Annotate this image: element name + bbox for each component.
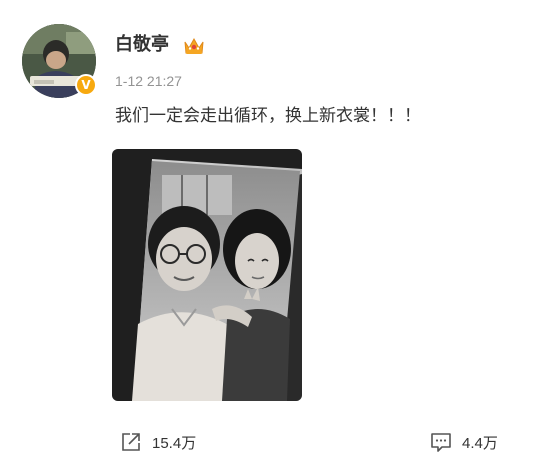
post-timestamp: 1-12 21:27 — [115, 73, 182, 89]
share-count: 15.4万 — [152, 434, 197, 452]
weibo-post-card: V 白敬亭 1-12 21:27 我们一定会走出循环，换上新衣裳！！！ 15.4… — [0, 0, 550, 470]
author-avatar-container[interactable]: V — [22, 24, 97, 98]
post-text: 我们一定会走出循环，换上新衣裳！！！ — [115, 106, 421, 126]
comment-button[interactable]: 4.4万 — [430, 430, 498, 454]
author-name[interactable]: 白敬亭 — [115, 33, 169, 57]
comment-icon — [431, 433, 451, 452]
verified-badge-icon: V — [75, 74, 97, 96]
post-image[interactable] — [112, 149, 302, 401]
crown-icon[interactable] — [183, 36, 205, 56]
comment-count: 4.4万 — [462, 434, 498, 452]
post-photo-graphic — [112, 149, 302, 401]
share-icon — [122, 433, 140, 451]
share-button[interactable]: 15.4万 — [120, 430, 196, 454]
